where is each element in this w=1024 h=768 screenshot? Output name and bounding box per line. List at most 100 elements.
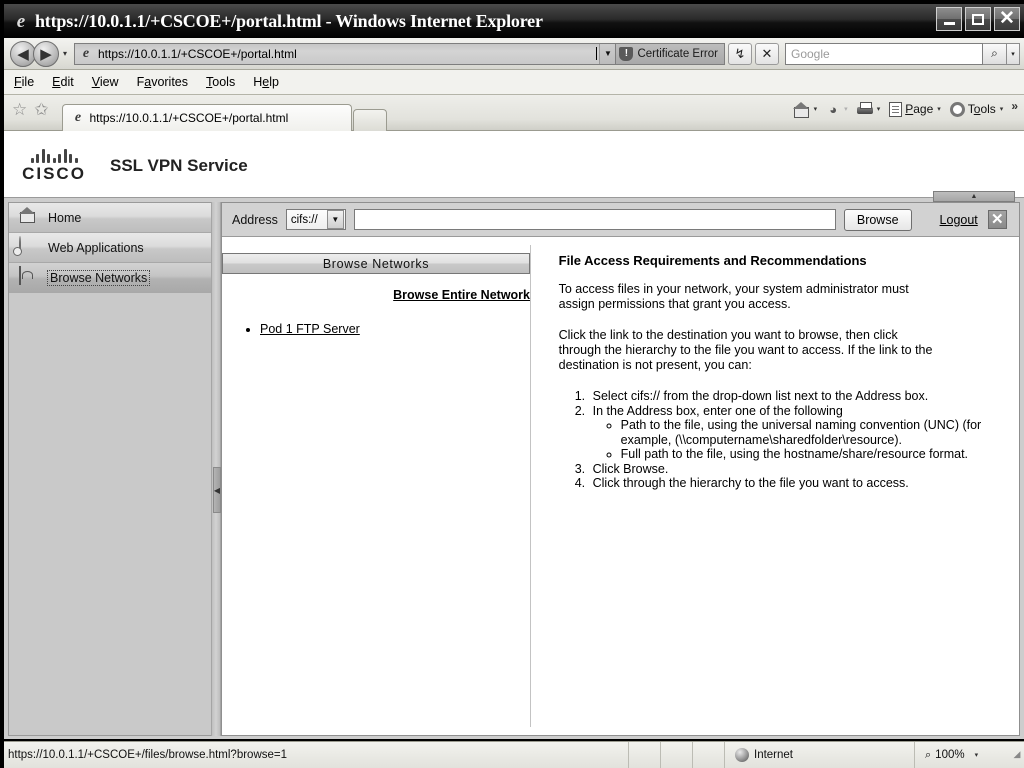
browse-entire-network-link[interactable]: Browse Entire Network: [393, 288, 530, 302]
minimize-button[interactable]: [936, 7, 962, 31]
new-tab-button[interactable]: [352, 109, 387, 131]
globe-icon: [735, 748, 749, 762]
search-input[interactable]: Google: [785, 42, 983, 65]
close-icon[interactable]: ✕: [987, 210, 1007, 229]
protocol-select[interactable]: cifs:// ▼: [285, 209, 346, 230]
menu-bar: File Edit View Favorites Tools Help: [4, 70, 1024, 95]
house-icon: [792, 101, 810, 118]
page-menu-label: Page: [905, 102, 934, 116]
browse-button[interactable]: Browse: [843, 208, 912, 231]
page-menu-button[interactable]: Page ▾: [889, 101, 941, 117]
web-page-viewport: CISCO SSL VPN Service Home Web Applicati…: [4, 131, 1024, 739]
certificate-error-label: Certificate Error: [637, 47, 718, 60]
command-bar: ▾ ◕ ▾ ▾ Page ▾ Tools ▾ »: [784, 95, 1024, 130]
portal-banner: CISCO SSL VPN Service: [4, 137, 1024, 195]
menu-item-tools[interactable]: Tools: [206, 75, 235, 89]
navigation-bar: ◀ ▶ ▾ e https://10.0.1.1/+CSCOE+/portal.…: [4, 38, 1024, 70]
shield-icon: !: [619, 46, 634, 61]
browse-networks-icon: [19, 266, 40, 288]
zoom-control[interactable]: ⌕ 100% ▾: [914, 742, 1010, 768]
certificate-error-badge[interactable]: ! Certificate Error: [616, 42, 725, 65]
menu-item-help[interactable]: Help: [253, 75, 279, 89]
tab-bar: ☆ ✩ e https://10.0.1.1/+CSCOE+/portal.ht…: [4, 95, 1024, 131]
address-bar[interactable]: e https://10.0.1.1/+CSCOE+/portal.html ▼: [74, 42, 617, 65]
menu-item-file[interactable]: File: [14, 75, 34, 89]
help-paragraph-2: Click the link to the destination you wa…: [558, 328, 933, 372]
address-dropdown-icon[interactable]: ▼: [599, 43, 616, 64]
tools-menu-button[interactable]: Tools ▾: [949, 101, 1004, 117]
resize-grip-icon[interactable]: ◢: [1010, 749, 1024, 762]
printer-icon: [856, 102, 873, 116]
status-bar: https://10.0.1.1/+CSCOE+/files/browse.ht…: [4, 741, 1024, 768]
help-step: Click through the hierarchy to the file …: [589, 476, 1001, 491]
feeds-caret-icon[interactable]: ▾: [844, 105, 848, 113]
security-zone[interactable]: Internet: [724, 742, 914, 768]
browse-entire-network-row: Browse Entire Network: [222, 286, 530, 304]
close-button[interactable]: ✕: [994, 7, 1020, 31]
favorites-center-icon[interactable]: ✩: [34, 101, 48, 118]
browser-window: e https://10.0.1.1/+CSCOE+/portal.html -…: [0, 0, 1024, 768]
content-panes: Browse Networks Browse Entire Network Po…: [222, 237, 1019, 735]
tools-menu-caret-icon[interactable]: ▾: [1000, 105, 1004, 113]
help-pane: File Access Requirements and Recommendat…: [531, 237, 1019, 735]
print-caret-icon[interactable]: ▾: [877, 105, 881, 113]
server-link[interactable]: Pod 1 FTP Server: [260, 322, 360, 336]
browser-tab[interactable]: e https://10.0.1.1/+CSCOE+/portal.html: [61, 104, 352, 131]
home-icon: [19, 207, 40, 228]
sidebar-item-browse-networks[interactable]: Browse Networks: [9, 263, 211, 293]
menu-item-favorites[interactable]: Favorites: [137, 75, 188, 89]
search-icon[interactable]: ⌕: [983, 42, 1007, 65]
search-placeholder: Google: [791, 46, 830, 61]
logout-link[interactable]: Logout: [940, 213, 978, 227]
rss-feed-icon: ◕: [829, 101, 838, 117]
stop-button[interactable]: ✕: [755, 42, 779, 65]
chevron-down-icon[interactable]: ▼: [326, 210, 344, 229]
recent-pages-caret-icon[interactable]: ▾: [59, 49, 71, 58]
feeds-button[interactable]: ◕ ▾: [826, 101, 848, 117]
help-step: Select cifs:// from the drop-down list n…: [589, 389, 1001, 404]
zoom-caret-icon[interactable]: ▾: [975, 751, 979, 759]
browse-pane: Browse Networks Browse Entire Network Po…: [222, 237, 530, 735]
menu-item-edit[interactable]: Edit: [52, 75, 74, 89]
search-provider-caret-icon[interactable]: ▾: [1007, 42, 1020, 65]
internet-explorer-icon: e: [16, 10, 26, 32]
banner-collapse-button[interactable]: ▲: [933, 191, 1015, 202]
tab-label: https://10.0.1.1/+CSCOE+/portal.html: [89, 111, 289, 125]
security-zone-label: Internet: [754, 749, 793, 761]
maximize-button[interactable]: [965, 7, 991, 31]
browse-networks-header-button[interactable]: Browse Networks: [222, 253, 530, 274]
address-label: Address: [232, 212, 278, 227]
print-button[interactable]: ▾: [856, 102, 881, 116]
web-applications-icon: [13, 236, 40, 258]
home-button[interactable]: ▾: [792, 101, 818, 118]
server-list: Pod 1 FTP Server: [260, 320, 530, 338]
refresh-button[interactable]: ↯: [728, 42, 752, 65]
zoom-level: 100%: [935, 749, 965, 761]
home-caret-icon[interactable]: ▾: [814, 105, 818, 113]
sidebar-item-label: Web Applications: [48, 240, 144, 255]
add-favorite-icon[interactable]: ☆: [12, 101, 27, 118]
help-step: In the Address box, enter one of the fol…: [589, 404, 1001, 462]
status-cells: Internet ⌕ 100% ▾ ◢: [628, 742, 1024, 768]
sidebar-splitter[interactable]: ◀: [211, 202, 221, 736]
sidebar-item-label: Home: [48, 210, 82, 225]
sidebar-item-web-applications[interactable]: Web Applications: [9, 233, 211, 263]
window-title: https://10.0.1.1/+CSCOE+/portal.html - W…: [35, 10, 543, 31]
help-substep: Full path to the file, using the hostnam…: [621, 447, 1001, 462]
sidebar-collapse-handle[interactable]: ◀: [213, 467, 221, 513]
window-controls: ✕: [936, 7, 1020, 31]
sidebar-item-label: Browse Networks: [47, 269, 151, 286]
page-menu-caret-icon[interactable]: ▾: [937, 105, 941, 113]
menu-item-view[interactable]: View: [92, 75, 119, 89]
list-item: Pod 1 FTP Server: [260, 320, 530, 338]
forward-button[interactable]: ▶: [33, 40, 59, 67]
sidebar-item-home[interactable]: Home: [9, 203, 211, 233]
portal-address-input[interactable]: [353, 209, 836, 230]
toolbar-overflow-icon[interactable]: »: [1011, 95, 1018, 113]
portal-body: Home Web Applications Browse Networks ◀ …: [4, 191, 1024, 739]
help-steps: Select cifs:// from the drop-down list n…: [571, 389, 1001, 491]
help-paragraph-1: To access files in your network, your sy…: [558, 282, 909, 311]
status-spacer-2: [660, 742, 692, 768]
help-title: File Access Requirements and Recommendat…: [558, 253, 867, 268]
text-cursor: [596, 47, 598, 60]
